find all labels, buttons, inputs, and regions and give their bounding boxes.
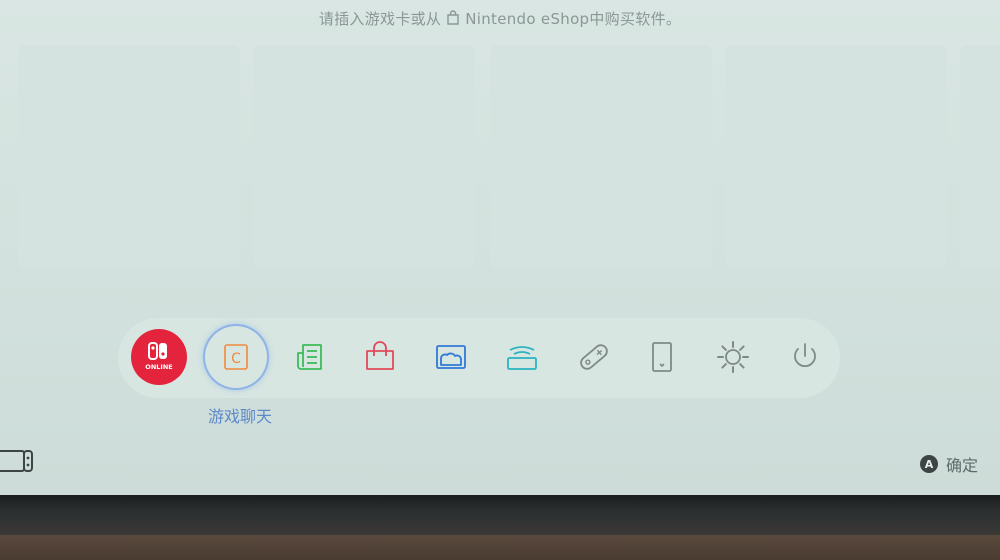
power-icon: [794, 343, 816, 368]
game-tiles-row: [18, 45, 1000, 267]
a-button-icon: A: [919, 455, 938, 473]
nintendo-switch-online-icon: ONLINE: [145, 342, 173, 371]
eshop-button[interactable]: [352, 329, 408, 385]
virtual-console-button[interactable]: [634, 329, 690, 385]
game-tile-empty-2[interactable]: [253, 45, 475, 267]
news-icon: [297, 344, 322, 370]
home-screen: 请插入游戏卡或从 Nintendo eShop中购买软件。 ONLINE C 游…: [0, 0, 1000, 495]
album-icon: [436, 345, 466, 369]
nintendo-switch-online-button[interactable]: ONLINE: [131, 329, 187, 385]
hint-text-before: 请插入游戏卡或从: [318, 10, 442, 28]
game-chat-icon: C: [224, 344, 248, 370]
handheld-mode-icon: [0, 450, 33, 472]
device-bezel: [0, 495, 1000, 535]
settings-icon: [717, 341, 749, 373]
console-mode-indicator: [0, 449, 34, 479]
album-button[interactable]: [423, 329, 479, 385]
insert-card-hint: 请插入游戏卡或从 Nintendo eShop中购买软件。: [0, 8, 1000, 30]
virtual-console-icon: [652, 342, 672, 372]
game-tile-empty-4[interactable]: [725, 45, 947, 267]
power-button[interactable]: [777, 329, 833, 385]
game-chat-letter: C: [231, 351, 241, 367]
online-label: ONLINE: [145, 363, 172, 371]
eshop-bag-icon: [445, 10, 461, 30]
eshop-icon: [366, 341, 394, 370]
hint-text-after: Nintendo eShop中购买软件。: [465, 10, 682, 28]
table-surface: [0, 535, 1000, 560]
settings-button[interactable]: [705, 329, 761, 385]
joycon-button[interactable]: [566, 329, 622, 385]
game-chat-button[interactable]: C: [205, 326, 267, 388]
controllers-icon: [507, 346, 537, 370]
game-tile-empty-5[interactable]: [960, 45, 1000, 267]
confirm-hint: A 确定: [919, 452, 978, 476]
controllers-button[interactable]: [494, 329, 550, 385]
confirm-label[interactable]: 确定: [946, 452, 978, 476]
selected-item-label: 游戏聊天: [207, 407, 272, 426]
game-tile-empty-3[interactable]: [490, 45, 712, 267]
joycon-icon: [580, 344, 608, 370]
news-button[interactable]: [282, 329, 338, 385]
game-tile-empty-1[interactable]: [18, 45, 240, 267]
